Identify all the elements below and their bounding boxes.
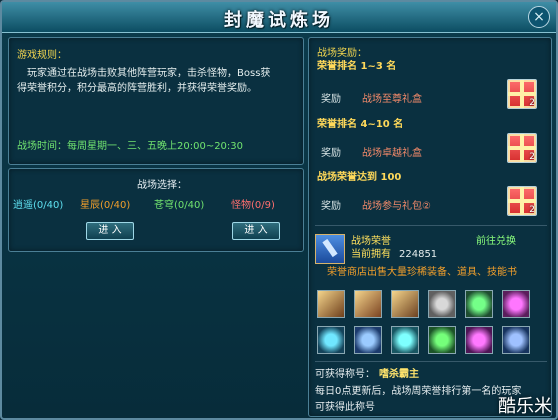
scroll-icon[interactable]: [317, 290, 345, 318]
title-value: 嗜杀霸主: [379, 369, 419, 380]
scroll-icon[interactable]: [354, 290, 382, 318]
orb-icon[interactable]: [465, 290, 493, 318]
orb-icon[interactable]: [354, 326, 382, 354]
gift-box-icon[interactable]: 2: [507, 133, 537, 163]
reward-title-1: 荣誉排名 1~3 名: [317, 61, 397, 72]
faction-cangqiong-count: (0/40): [174, 200, 205, 211]
title-label: 可获得称号：: [315, 369, 375, 380]
honor-current-value: 224851: [399, 249, 438, 260]
faction-xiaoyao-count: (0/40): [33, 200, 64, 211]
reward-value-3: 战场参与礼包②: [362, 201, 431, 212]
reward-title-2: 荣誉排名 4~10 名: [317, 119, 404, 130]
reward-key-2: 奖励: [321, 148, 341, 159]
titlebar: 封魔试炼场 ×: [2, 2, 556, 33]
footer-divider: [315, 361, 547, 362]
reward-row-3: 奖励 战场参与礼包② 2: [317, 186, 545, 217]
reward-row-1: 奖励 战场至尊礼盒 2: [317, 79, 545, 110]
rules-heading: 游戏规则：: [17, 50, 67, 61]
reward-key-3: 奖励: [321, 201, 341, 212]
battle-select-heading: 战场选择：: [137, 180, 187, 191]
gift-box-icon[interactable]: 2: [507, 79, 537, 109]
orb-icon[interactable]: [465, 326, 493, 354]
orb-icon[interactable]: [428, 290, 456, 318]
window-title: 封魔试炼场: [224, 10, 334, 31]
faction-xingchen: 星辰: [80, 200, 100, 211]
faction-cangqiong: 苍穹: [154, 200, 174, 211]
close-icon: ×: [533, 9, 545, 25]
rewards-panel: 战场奖励： 荣誉排名 1~3 名 奖励 战场至尊礼盒 2 荣誉排名 4~10 名…: [308, 37, 552, 417]
battle-select-panel: 战场选择： 逍遥 (0/40) 星辰 (0/40) 苍穹 (0/40) 怪物 (…: [8, 168, 304, 252]
sword-icon: [315, 234, 345, 264]
gift-box-icon[interactable]: 2: [507, 186, 537, 216]
scroll-icon[interactable]: [391, 290, 419, 318]
go-exchange-link[interactable]: 前往兑换: [476, 236, 516, 247]
reward-value-2: 战场卓越礼盒: [362, 148, 422, 159]
honor-shop: 战场荣誉 前往兑换 当前拥有 224851 荣誉商店出售大量珍稀装备、道具、技能…: [315, 234, 547, 385]
rules-panel: 游戏规则： 玩家通过在战场击败其他阵营玩家，击杀怪物，Boss获 得荣誉积分，积…: [8, 37, 304, 165]
battle-window: 封魔试炼场 × 游戏规则： 玩家通过在战场击败其他阵营玩家，击杀怪物，Boss获…: [0, 0, 558, 420]
faction-xiaoyao: 逍遥: [13, 200, 33, 211]
gift-count-1: 2: [529, 98, 535, 108]
orb-icon[interactable]: [502, 326, 530, 354]
gift-count-2: 2: [529, 152, 535, 162]
gift-count-3: 2: [529, 205, 535, 215]
honor-current-label: 当前拥有: [351, 249, 391, 260]
orb-icon[interactable]: [428, 326, 456, 354]
reward-key-1: 奖励: [321, 94, 341, 105]
faction-monster: 怪物: [231, 200, 251, 211]
faction-xingchen-count: (0/40): [100, 200, 131, 211]
enter-right-button[interactable]: 进 入: [232, 222, 280, 240]
honor-shop-note: 荣誉商店出售大量珍稀装备、道具、技能书: [327, 267, 517, 278]
reward-title-3: 战场荣誉达到 100: [317, 172, 402, 183]
orb-icon[interactable]: [391, 326, 419, 354]
reward-row-2: 奖励 战场卓越礼盒 2: [317, 133, 545, 164]
faction-monster-count: (0/9): [251, 200, 275, 211]
close-button[interactable]: ×: [528, 6, 550, 28]
battle-time: 战场时间：每周星期一、三、五晚上20:00~20:30: [17, 141, 244, 152]
reward-divider: [315, 225, 547, 226]
enter-left-button[interactable]: 进 入: [86, 222, 134, 240]
rules-line-2: 得荣誉积分，积分最高的阵营胜利，并获得荣誉奖励。: [17, 83, 257, 94]
watermark: 酷乐米: [498, 396, 552, 417]
orb-icon[interactable]: [317, 326, 345, 354]
orb-icon[interactable]: [502, 290, 530, 318]
reward-value-1: 战场至尊礼盒: [362, 94, 422, 105]
rules-line-1: 玩家通过在战场击败其他阵营玩家，击杀怪物，Boss获: [27, 68, 271, 79]
